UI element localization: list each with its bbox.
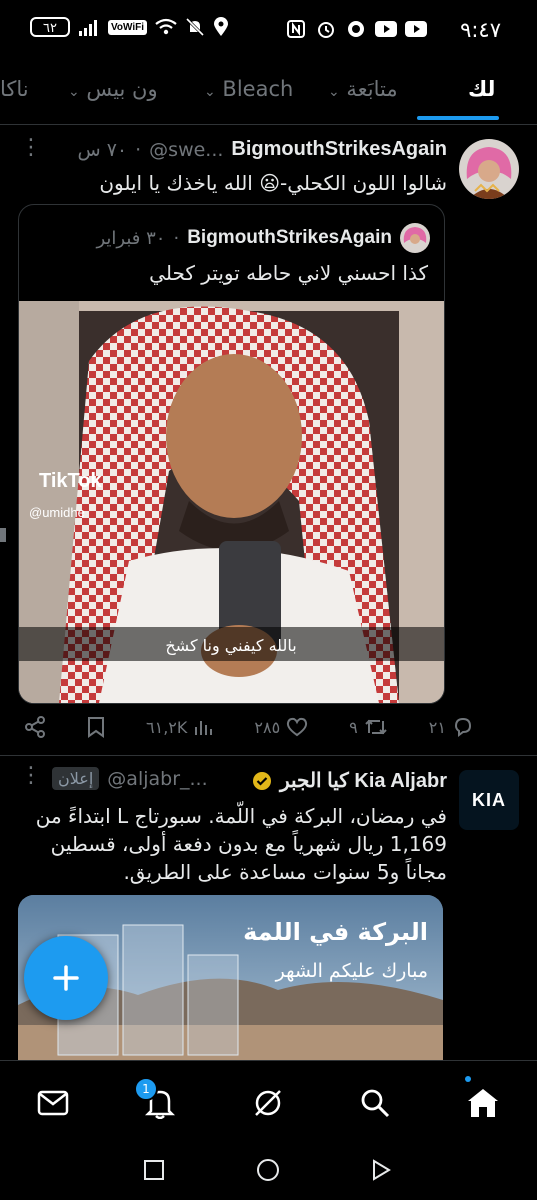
more-options-icon[interactable]: ⋮ — [20, 763, 43, 788]
display-name[interactable]: BigmouthStrikesAgain — [231, 138, 447, 161]
avatar[interactable] — [459, 139, 519, 199]
tweet[interactable]: BigmouthStrikesAgain @swe... · ٧٠ س ⋮ شا… — [0, 125, 537, 756]
home-icon — [468, 1089, 498, 1117]
mute-icon — [186, 17, 205, 37]
tweet-text: شالوا اللون الكحلي-😦 الله ياخذك يا ايلون — [99, 171, 447, 195]
selfie-photo: بالله كيفني ونا كشخ TikTok @umidhe — [19, 301, 444, 703]
notification-icons — [285, 18, 427, 40]
quoted-text: كذا احسني لاني حاطه تويتر كحلي — [149, 261, 428, 285]
views-button[interactable]: ٦١,٢K — [146, 717, 213, 737]
tiktok-username: @umidhe — [29, 505, 85, 520]
youtube-icon-2 — [405, 18, 427, 40]
status-left: ٦٢ VoWiFi — [30, 17, 229, 37]
nav-search[interactable] — [355, 1083, 395, 1123]
ad-headline: البركة في اللمة — [243, 918, 428, 946]
ad-label: إعلان — [52, 767, 100, 790]
quoted-display-name: BigmouthStrikesAgain — [187, 227, 392, 248]
ad-meta: إعلان @aljabr_... — [52, 767, 208, 790]
advertiser-name[interactable]: كيا الجبر Kia Aljabr — [280, 768, 447, 793]
verified-badge-icon — [252, 771, 271, 790]
status-bar: ٦٢ VoWiFi ٩:٤٧ — [0, 0, 537, 60]
nav-messages[interactable] — [33, 1083, 73, 1123]
chevron-down-icon: ⌄ — [328, 84, 340, 100]
mail-icon — [37, 1090, 69, 1116]
bookmark-icon — [88, 717, 104, 738]
ad-subline: مبارك عليكم الشهر — [275, 960, 428, 982]
quoted-avatar — [400, 223, 430, 253]
quoted-tweet[interactable]: BigmouthStrikesAgain · ٣٠ فبراير كذا احس… — [18, 204, 445, 704]
quoted-tweet-header: BigmouthStrikesAgain · ٣٠ فبراير — [96, 223, 430, 253]
advertiser-logo[interactable]: KIA — [459, 770, 519, 830]
home-unread-dot — [465, 1076, 471, 1082]
ad-text: في رمضان، البركة في اللّمة. سبورتاج L اب… — [35, 804, 447, 884]
share-icon — [25, 716, 45, 738]
replies-count: ٢١ — [428, 717, 446, 737]
reply-icon — [454, 717, 471, 737]
retweet-icon — [365, 719, 387, 735]
chevron-down-icon: ⌄ — [204, 84, 216, 100]
like-button[interactable]: ٢٨٥ — [254, 717, 308, 737]
bookmark-button[interactable] — [87, 716, 105, 738]
handle[interactable]: @swe... — [149, 139, 223, 161]
more-options-icon[interactable]: ⋮ — [20, 135, 43, 160]
timestamp[interactable]: ٧٠ س — [77, 139, 127, 161]
battery-indicator: ٦٢ — [30, 17, 70, 37]
tweet-header: BigmouthStrikesAgain @swe... · ٧٠ س — [77, 138, 447, 161]
search-icon — [361, 1089, 390, 1118]
nfc-icon — [285, 18, 307, 40]
wifi-icon — [155, 18, 177, 35]
home-circle-icon[interactable] — [256, 1158, 280, 1182]
quoted-date: ٣٠ فبراير — [96, 227, 166, 249]
video-caption: بالله كيفني ونا كشخ — [165, 636, 296, 656]
ad-header: كيا الجبر Kia Aljabr — [252, 768, 447, 793]
alarm-icon — [315, 18, 337, 40]
timeline-tabs: ناكا ⌄ ون بيس ⌄ Bleach ⌄ متابَعة لك — [0, 60, 537, 125]
clock: ٩:٤٧ — [460, 18, 501, 42]
tab-bleach[interactable]: ⌄ Bleach — [200, 77, 293, 101]
likes-count: ٢٨٥ — [254, 717, 281, 737]
separator-dot: · — [135, 138, 142, 161]
back-icon[interactable] — [370, 1159, 392, 1181]
bottom-navigation — [0, 1060, 537, 1141]
youtube-icon — [375, 18, 397, 40]
notification-badge: 1 — [134, 1077, 158, 1101]
advertiser-handle[interactable]: @aljabr_... — [107, 768, 207, 790]
active-tab-indicator — [417, 116, 499, 120]
whatsapp-icon — [345, 18, 367, 40]
tab-following[interactable]: ⌄ متابَعة — [324, 77, 398, 101]
vowifi-label: VoWiFi — [108, 19, 148, 35]
reply-button[interactable]: ٢١ — [429, 717, 474, 737]
quoted-media-image[interactable]: بالله كيفني ونا كشخ TikTok @umidhe — [19, 301, 444, 703]
tab-for-you[interactable]: لك — [468, 77, 495, 101]
system-navigation — [0, 1140, 537, 1200]
retweets-count: ٩ — [349, 717, 358, 737]
separator-dot: · — [173, 227, 180, 249]
tab-naka[interactable]: ناكا — [0, 77, 29, 101]
plus-icon — [53, 965, 79, 991]
tweet-actions: ٦١,٢K ٢٨٥ ٩ ٢١ — [24, 712, 474, 742]
chevron-down-icon: ⌄ — [68, 84, 80, 100]
location-icon — [214, 17, 229, 36]
compose-tweet-button[interactable] — [24, 936, 108, 1020]
signal-icon — [79, 20, 97, 36]
views-icon — [195, 721, 213, 735]
tab-one-piece[interactable]: ⌄ ون بيس — [64, 77, 158, 101]
share-button[interactable] — [24, 716, 46, 738]
recents-icon[interactable] — [143, 1159, 165, 1181]
nav-grok[interactable] — [248, 1083, 288, 1123]
heart-icon — [287, 717, 308, 737]
grok-icon — [255, 1090, 281, 1116]
views-count: ٦١,٢K — [146, 717, 188, 737]
nav-home[interactable] — [463, 1083, 503, 1123]
tiktok-watermark: TikTok — [39, 470, 102, 492]
retweet-button[interactable]: ٩ — [349, 717, 388, 737]
